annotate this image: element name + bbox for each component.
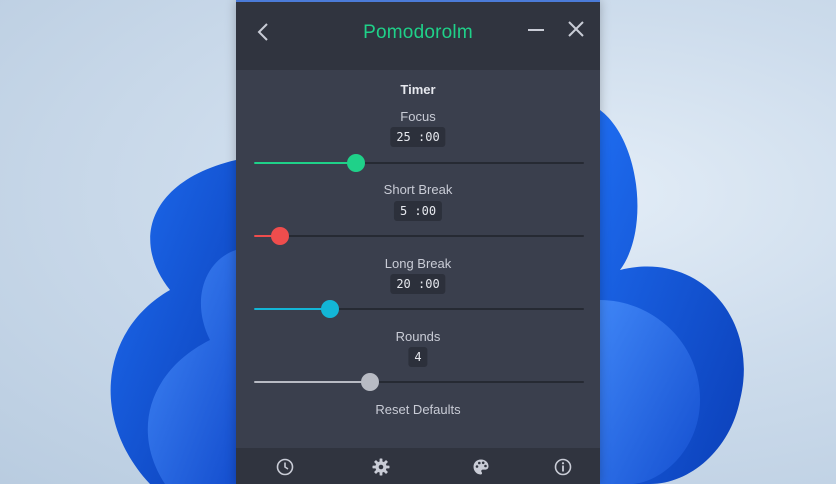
- clock-icon[interactable]: [276, 458, 294, 476]
- reset-defaults-button[interactable]: Reset Defaults: [236, 402, 600, 417]
- short-break-slider[interactable]: [254, 226, 584, 246]
- long-break-value: 20 :00: [390, 274, 446, 294]
- slider-thumb[interactable]: [271, 227, 290, 245]
- long-break-slider[interactable]: [254, 299, 584, 319]
- slider-fill: [254, 308, 330, 310]
- title-bar: Pomodorolm: [236, 0, 600, 70]
- slider-thumb[interactable]: [360, 373, 379, 391]
- short-break-label: Short Break: [383, 182, 453, 197]
- long-break-label: Long Break: [384, 256, 452, 271]
- palette-icon[interactable]: [472, 458, 490, 476]
- slider-thumb[interactable]: [347, 154, 366, 172]
- info-icon[interactable]: [554, 458, 572, 476]
- slider-fill: [254, 381, 370, 383]
- bottom-nav: [236, 448, 600, 484]
- slider-track: [254, 235, 584, 237]
- pomodoro-window: Pomodorolm Timer Focus 25 :00 Short Brea…: [236, 0, 600, 484]
- timer-section-title: Timer: [400, 82, 436, 97]
- close-icon[interactable]: [566, 18, 586, 40]
- focus-slider[interactable]: [254, 153, 584, 173]
- slider-fill: [254, 162, 357, 164]
- gear-icon[interactable]: [372, 458, 390, 476]
- rounds-slider[interactable]: [254, 372, 584, 392]
- minimize-icon[interactable]: [526, 20, 546, 40]
- short-break-value: 5 :00: [393, 201, 443, 221]
- focus-value: 25 :00: [390, 127, 446, 147]
- focus-label: Focus: [400, 109, 436, 124]
- slider-thumb[interactable]: [320, 300, 339, 318]
- rounds-label: Rounds: [395, 329, 441, 344]
- rounds-value: 4: [408, 347, 428, 367]
